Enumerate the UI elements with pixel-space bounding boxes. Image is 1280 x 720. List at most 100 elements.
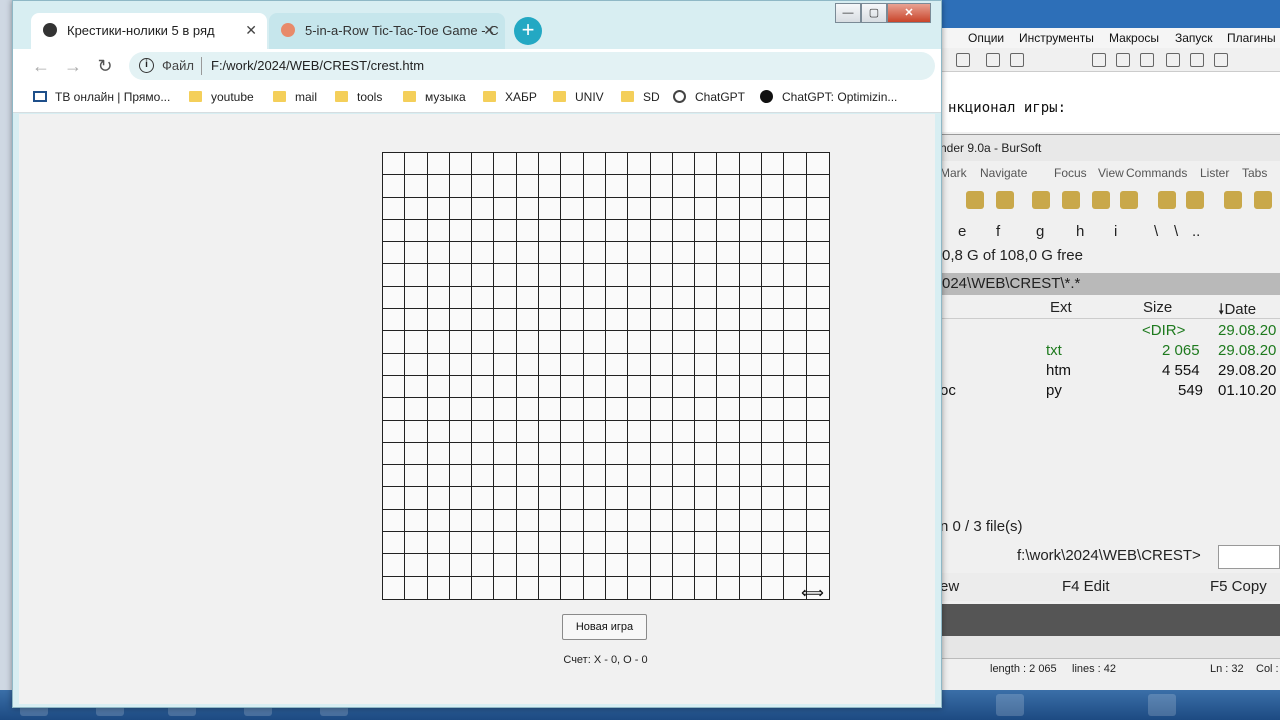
board-cell[interactable] (516, 331, 540, 354)
board-cell[interactable] (784, 242, 807, 265)
cmd-input[interactable] (1218, 545, 1280, 569)
board-cell[interactable] (784, 442, 807, 466)
board-cell[interactable] (739, 242, 763, 265)
board-cell[interactable] (561, 420, 584, 443)
tab-crestiki[interactable]: Крестики-нолики 5 в ряд ✕ (31, 13, 267, 49)
board-cell[interactable] (516, 153, 540, 176)
board-cell[interactable] (405, 309, 428, 332)
board-cell[interactable] (806, 309, 829, 332)
board-cell[interactable] (605, 532, 629, 555)
board-cell[interactable] (449, 197, 473, 220)
board-cell[interactable] (762, 420, 785, 443)
board-cell[interactable] (605, 554, 629, 577)
info-icon[interactable]: i (139, 58, 154, 73)
board-cell[interactable] (472, 487, 495, 510)
board-cell[interactable] (672, 420, 696, 443)
tc-menu-item[interactable]: Tabs (1242, 166, 1267, 180)
board-cell[interactable] (650, 242, 673, 265)
notepad-menu-item[interactable]: Запуск (1175, 31, 1213, 45)
board-cell[interactable] (405, 576, 428, 599)
board-cell[interactable] (539, 286, 562, 310)
drive-h[interactable]: h (1076, 223, 1084, 240)
drive-up[interactable]: .. (1192, 223, 1200, 240)
board-cell[interactable] (762, 442, 785, 466)
close-tab-icon[interactable]: ✕ (245, 22, 257, 39)
board-cell[interactable] (539, 353, 562, 376)
board-cell[interactable] (583, 286, 606, 310)
board-cell[interactable] (650, 465, 673, 488)
board-cell[interactable] (605, 219, 629, 243)
board-cell[interactable] (383, 197, 406, 220)
board-cell[interactable] (561, 353, 584, 376)
board-cell[interactable] (784, 331, 807, 354)
board-cell[interactable] (539, 442, 562, 466)
board-cell[interactable] (427, 175, 450, 198)
board-cell[interactable] (739, 554, 763, 577)
board-cell[interactable] (717, 398, 740, 421)
board-cell[interactable] (605, 509, 629, 533)
close-tab-icon[interactable]: ✕ (483, 22, 495, 39)
tc-menu-item[interactable]: Mark (940, 166, 967, 180)
board-cell[interactable] (405, 242, 428, 265)
board-cell[interactable] (427, 153, 450, 176)
board-cell[interactable] (449, 509, 473, 533)
board-cell[interactable] (672, 509, 696, 533)
board-cell[interactable] (494, 375, 517, 399)
board-cell[interactable] (427, 509, 450, 533)
board-cell[interactable] (516, 197, 540, 220)
board-cell[interactable] (539, 576, 562, 599)
board-cell[interactable] (717, 442, 740, 466)
board-cell[interactable] (449, 286, 473, 310)
board-cell[interactable] (494, 576, 517, 599)
board-cell[interactable] (383, 264, 406, 287)
board-cell[interactable] (672, 532, 696, 555)
board-cell[interactable] (472, 309, 495, 332)
board-cell[interactable] (672, 375, 696, 399)
board-cell[interactable] (583, 175, 606, 198)
board-cell[interactable] (806, 242, 829, 265)
board-cell[interactable] (762, 175, 785, 198)
board-cell[interactable] (762, 509, 785, 533)
board-cell[interactable] (739, 309, 763, 332)
board-cell[interactable] (672, 219, 696, 243)
board-cell[interactable] (628, 375, 651, 399)
board-cell[interactable] (383, 331, 406, 354)
board-cell[interactable] (695, 509, 718, 533)
board-cell[interactable] (672, 465, 696, 488)
board-cell[interactable] (605, 353, 629, 376)
back-icon[interactable]: ← (30, 55, 52, 77)
board-cell[interactable] (583, 509, 606, 533)
board-cell[interactable] (383, 487, 406, 510)
board-cell[interactable] (516, 286, 540, 310)
board-cell[interactable] (695, 487, 718, 510)
board-cell[interactable] (717, 331, 740, 354)
board-cell[interactable] (672, 309, 696, 332)
bookmark-chatgpt[interactable]: ChatGPT (673, 90, 745, 104)
board-cell[interactable] (494, 153, 517, 176)
board-cell[interactable] (516, 375, 540, 399)
board-cell[interactable] (494, 509, 517, 533)
board-cell[interactable] (561, 264, 584, 287)
board-cell[interactable] (449, 309, 473, 332)
board-cell[interactable] (650, 153, 673, 176)
board-cell[interactable] (539, 398, 562, 421)
board-cell[interactable] (539, 219, 562, 243)
board-cell[interactable] (449, 264, 473, 287)
board-cell[interactable] (605, 153, 629, 176)
bookmark-habr[interactable]: ХАБР (483, 90, 537, 104)
board-cell[interactable] (762, 487, 785, 510)
board-cell[interactable] (383, 532, 406, 555)
board-cell[interactable] (583, 420, 606, 443)
board-cell[interactable] (539, 197, 562, 220)
board-cell[interactable] (784, 532, 807, 555)
board-cell[interactable] (405, 197, 428, 220)
board-cell[interactable] (739, 509, 763, 533)
board-cell[interactable] (539, 375, 562, 399)
board-cell[interactable] (472, 197, 495, 220)
zoom-icon[interactable] (1010, 53, 1024, 67)
board-cell[interactable] (628, 487, 651, 510)
new-tab-button[interactable]: + (514, 17, 542, 45)
board-cell[interactable] (516, 353, 540, 376)
board-cell[interactable] (695, 242, 718, 265)
drive-e[interactable]: e (958, 223, 966, 240)
